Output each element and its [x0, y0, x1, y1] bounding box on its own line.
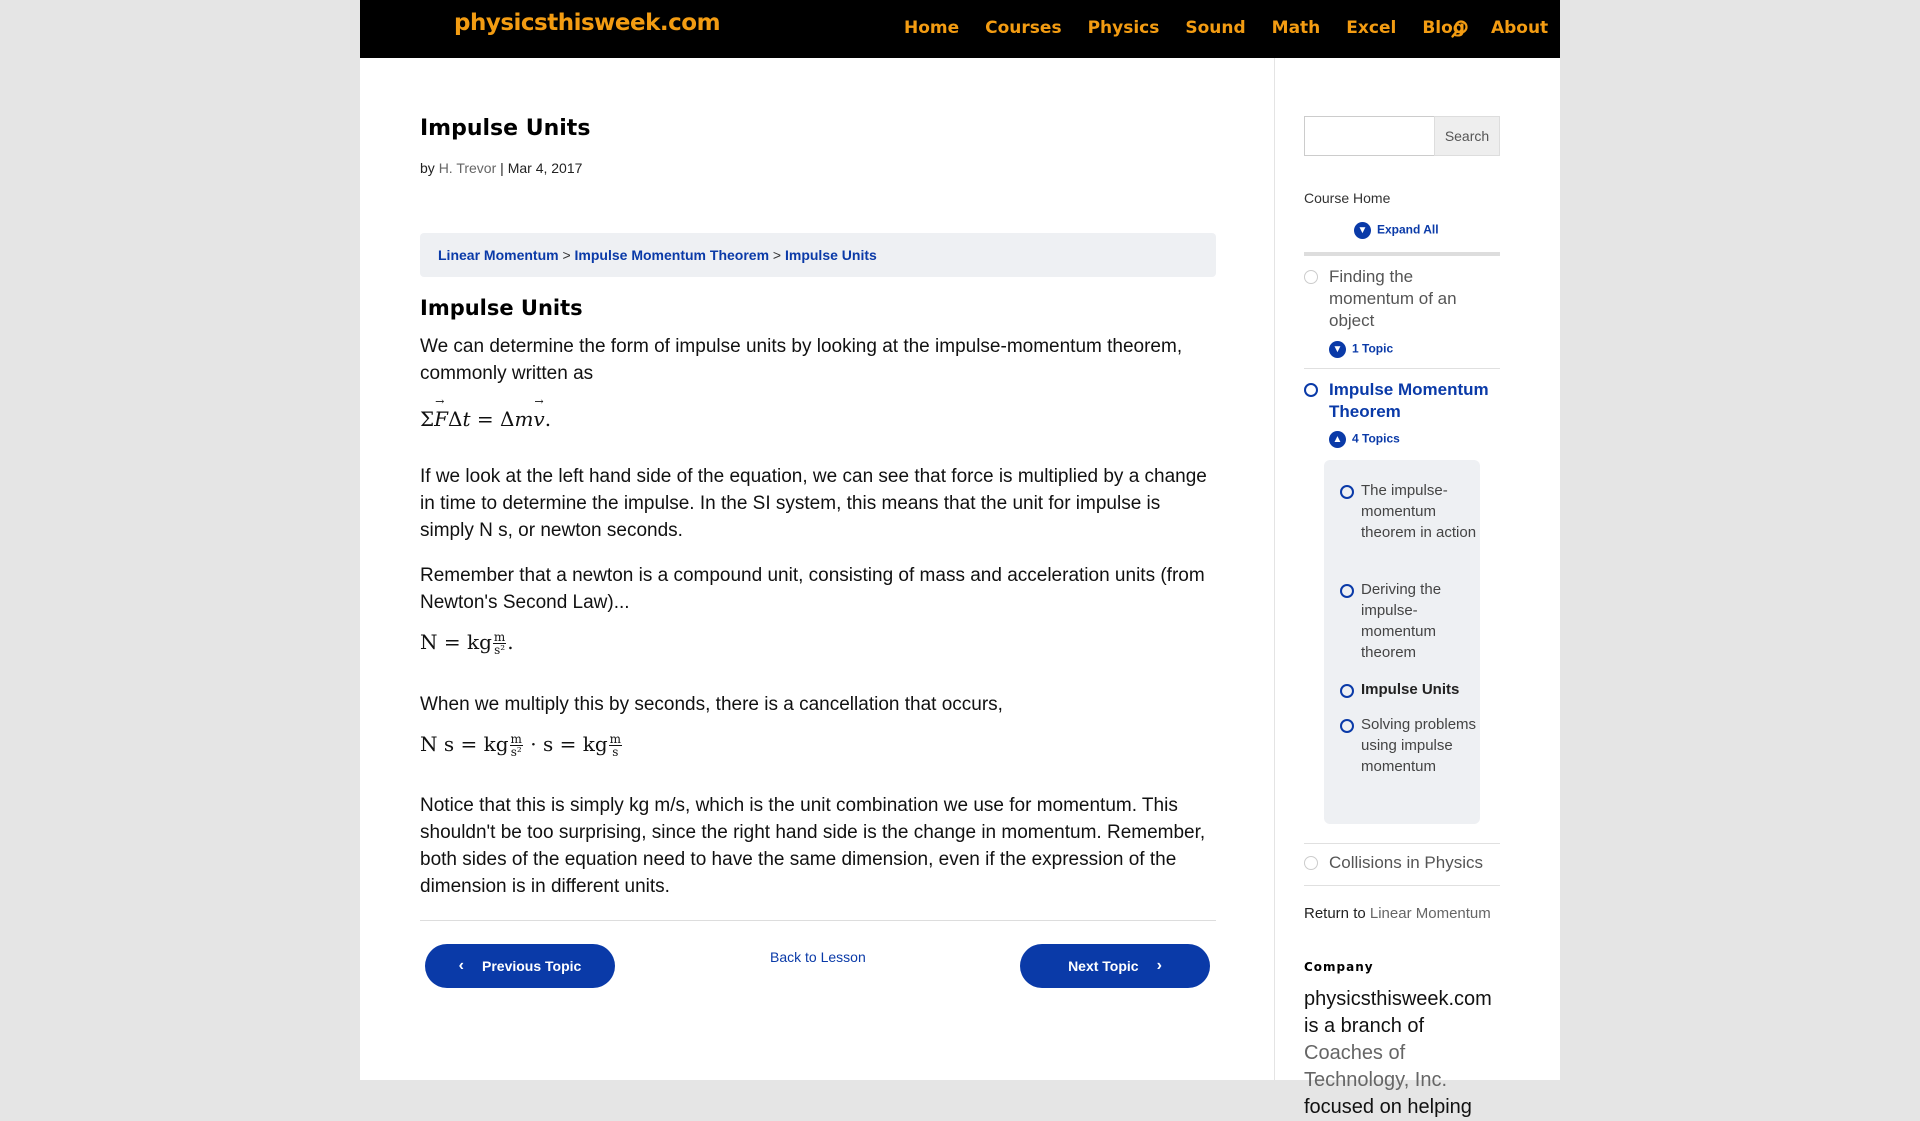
previous-topic-label: Previous Topic [482, 958, 582, 974]
lesson-finding-momentum[interactable]: Finding the momentum of an object [1329, 266, 1489, 332]
lesson-status-icon [1304, 270, 1318, 284]
breadcrumb-separator: > [772, 247, 782, 263]
lesson-1-topics-label: 1 Topic [1352, 341, 1394, 356]
lesson-collisions[interactable]: Collisions in Physics [1329, 852, 1489, 874]
nav-math[interactable]: Math [1272, 18, 1321, 38]
topic-status-icon [1340, 719, 1354, 733]
lesson-2-topics-label: 4 Topics [1352, 431, 1400, 446]
page-container: physicsthisweek.com Home Courses Physics… [360, 0, 1560, 1118]
chevron-down-icon: ▼ [1354, 222, 1371, 239]
lesson-status-icon [1304, 856, 1318, 870]
chevron-left-icon: ‹ [458, 957, 464, 974]
chevron-down-icon: ▼ [1329, 341, 1346, 358]
lesson-1-topics-toggle[interactable]: ▼ 1 Topic [1329, 341, 1393, 358]
post-meta: by H. Trevor | Mar 4, 2017 [420, 160, 582, 176]
chevron-right-icon: › [1156, 957, 1162, 974]
previous-topic-button[interactable]: ‹ Previous Topic [425, 944, 615, 988]
equation-cancellation: N s = kg m s² · s = kg m s [420, 732, 623, 759]
paragraph-1: We can determine the form of impulse uni… [420, 336, 1183, 384]
topic-list: The impulse-momentum theorem in action D… [1324, 460, 1480, 824]
breadcrumb-current-link[interactable]: Impulse Units [785, 247, 877, 263]
lesson-impulse-momentum-theorem[interactable]: Impulse Momentum Theorem [1329, 379, 1489, 423]
topic-item[interactable]: Solving problems using impulse momentum [1361, 714, 1477, 777]
progress-divider [1304, 252, 1500, 256]
company-text-end: focused on helping [1304, 1096, 1472, 1118]
company-link[interactable]: Coaches of Technology, Inc. [1304, 1042, 1447, 1091]
meta-separator: | [500, 160, 504, 176]
company-widget-title: Company [1304, 960, 1374, 974]
return-label: Return to [1304, 905, 1366, 922]
nav-about[interactable]: About [1491, 18, 1548, 38]
nav-courses[interactable]: Courses [985, 18, 1061, 38]
post-date: Mar 4, 2017 [507, 160, 583, 176]
author-link[interactable]: H. Trevor [439, 160, 497, 176]
breadcrumb-lesson-link[interactable]: Linear Momentum [438, 247, 559, 263]
next-topic-button[interactable]: Next Topic › [1020, 944, 1210, 988]
expand-all-toggle[interactable]: ▼ Expand All [1354, 222, 1439, 239]
breadcrumb: Linear Momentum > Impulse Momentum Theor… [420, 233, 1216, 277]
course-home-link[interactable]: Course Home [1304, 190, 1390, 206]
topic-item[interactable]: Deriving the impulse-momentum theorem [1361, 579, 1477, 663]
return-to-lesson: Return to Linear Momentum [1304, 905, 1491, 922]
back-to-lesson-link[interactable]: Back to Lesson [770, 949, 866, 965]
equation-impulse-momentum: ΣFΔt = Δmv. [420, 395, 551, 431]
lesson-divider [1304, 368, 1500, 369]
expand-all-label: Expand All [1377, 222, 1439, 237]
breadcrumb-separator: > [562, 247, 571, 263]
search-icon[interactable] [1450, 19, 1470, 39]
meta-by: by [420, 160, 435, 176]
topic-status-icon [1340, 684, 1354, 698]
lesson-divider [1304, 885, 1500, 886]
divider [420, 920, 1216, 921]
nav-excel[interactable]: Excel [1346, 18, 1396, 38]
top-header: physicsthisweek.com Home Courses Physics… [360, 0, 1560, 58]
search-input[interactable] [1304, 116, 1434, 156]
next-topic-label: Next Topic [1068, 958, 1139, 974]
company-text-start: physicsthisweek.com is a branch of [1304, 988, 1492, 1037]
paragraph-2: If we look at the left hand side of the … [420, 466, 1207, 541]
return-lesson-link[interactable]: Linear Momentum [1370, 905, 1491, 922]
company-text: physicsthisweek.com is a branch of Coach… [1304, 986, 1504, 1121]
sidebar-divider [1274, 58, 1275, 1080]
topic-status-icon [1340, 485, 1354, 499]
nav-home[interactable]: Home [904, 18, 959, 38]
topic-status-icon [1340, 584, 1354, 598]
page-title: Impulse Units [420, 116, 591, 141]
equation-newton: N = kg m s². [420, 630, 514, 657]
site-logo[interactable]: physicsthisweek.com [454, 10, 721, 36]
nav-sound[interactable]: Sound [1185, 18, 1245, 38]
paragraph-5: Notice that this is simply kg m/s, which… [420, 795, 1206, 897]
content-heading: Impulse Units [420, 296, 583, 320]
chevron-up-icon: ▲ [1329, 431, 1346, 448]
main-nav: Home Courses Physics Sound Math Excel Bl… [904, 18, 1574, 38]
nav-physics[interactable]: Physics [1088, 18, 1160, 38]
breadcrumb-topic-link[interactable]: Impulse Momentum Theorem [575, 247, 769, 263]
lesson-divider [1304, 843, 1500, 844]
search-button[interactable]: Search [1434, 116, 1500, 156]
lesson-status-icon [1304, 383, 1318, 397]
topic-item[interactable]: The impulse-momentum theorem in action [1361, 480, 1477, 543]
paragraph-3: Remember that a newton is a compound uni… [420, 565, 1205, 613]
lesson-2-topics-toggle[interactable]: ▲ 4 Topics [1329, 431, 1400, 448]
paragraph-4: When we multiply this by seconds, there … [420, 694, 1003, 715]
topic-item-current[interactable]: Impulse Units [1361, 679, 1477, 700]
